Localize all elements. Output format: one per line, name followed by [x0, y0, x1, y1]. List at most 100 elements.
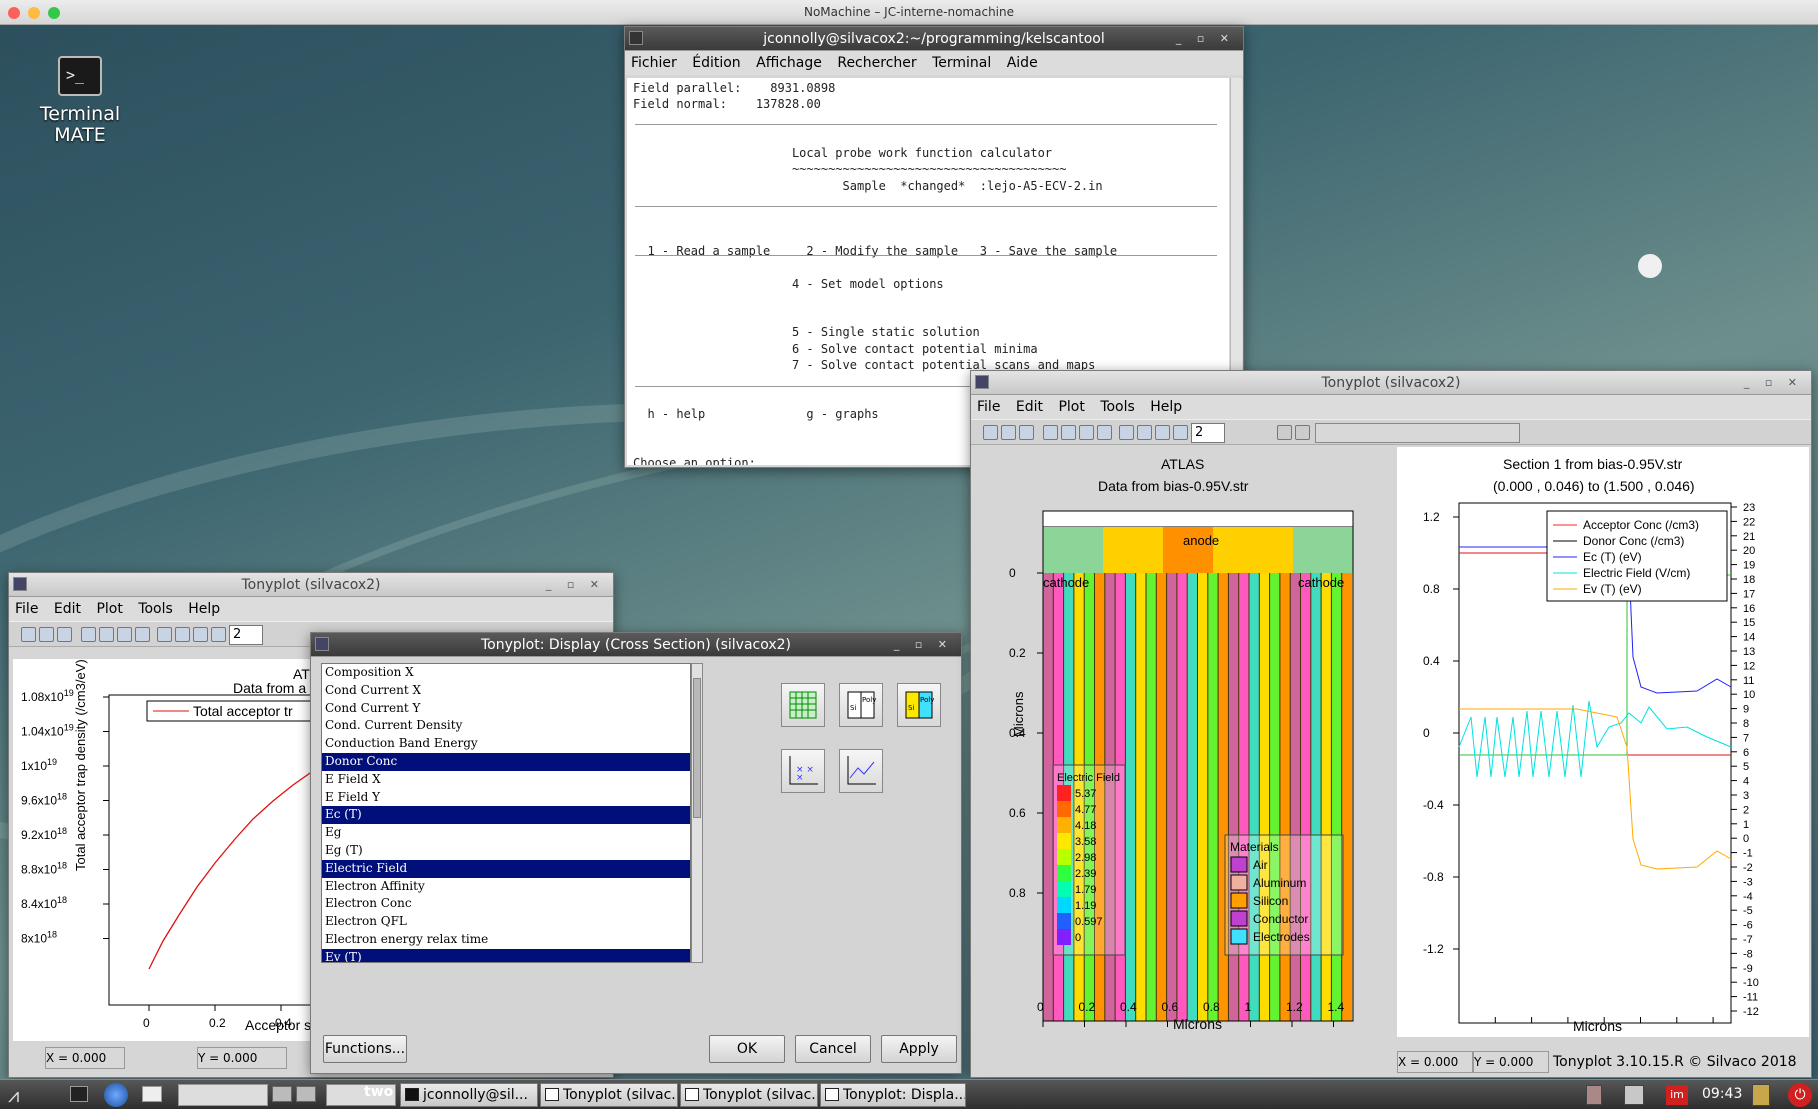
pan-icon[interactable] — [1119, 425, 1134, 440]
list-item[interactable]: Cond Current Y — [322, 700, 690, 718]
zoom-box-icon[interactable] — [211, 627, 226, 642]
list-item[interactable]: Donor Conc — [322, 752, 690, 771]
task-display-dialog[interactable]: Tonyplot: Displa... — [820, 1083, 966, 1107]
terminal-titlebar[interactable]: jconnolly@silvacox2:~/programming/kelsca… — [625, 27, 1243, 51]
clock[interactable]: 09:43 — [1702, 1086, 1742, 1102]
apply-button[interactable]: Apply — [881, 1035, 957, 1063]
task-terminal[interactable]: jconnolly@sil... — [400, 1083, 538, 1107]
paste-icon[interactable] — [1061, 425, 1076, 440]
section-panel[interactable]: Section 1 from bias-0.95V.str (0.000 , 0… — [1397, 447, 1809, 1037]
menu-aide[interactable]: Aide — [1007, 55, 1038, 71]
print-icon[interactable] — [1019, 425, 1034, 440]
menu-fichier[interactable]: Fichier — [631, 55, 677, 71]
overlay-icon[interactable] — [1097, 425, 1112, 440]
ok-button[interactable]: OK — [709, 1035, 785, 1063]
zoom-box-icon[interactable] — [1173, 425, 1188, 440]
menu-edit[interactable]: Edit — [54, 601, 81, 617]
list-item[interactable]: Composition X — [322, 664, 690, 682]
display-dialog[interactable]: Tonyplot: Display (Cross Section) (silva… — [310, 632, 962, 1074]
window-controls-icon[interactable]: _ ▫ ✕ — [1744, 371, 1803, 395]
mate-menu-icon[interactable]: ⩘ — [8, 1083, 48, 1107]
menu-terminal[interactable]: Terminal — [932, 55, 991, 71]
zoom-dot-icon[interactable] — [48, 7, 60, 19]
menu-affichage[interactable]: Affichage — [756, 55, 822, 71]
save-icon[interactable] — [39, 627, 54, 642]
list-item[interactable]: Conduction Band Energy — [322, 735, 690, 753]
lock-icon[interactable] — [1752, 1084, 1770, 1106]
atlas-panel[interactable]: ATLAS Data from bias-0.95V.str anode cat… — [973, 447, 1393, 1037]
list-item[interactable]: Electron energy relax time — [322, 931, 690, 949]
quantity-list[interactable]: Composition X Cond Current X Cond Current … — [321, 663, 691, 963]
zoom-in-icon[interactable] — [175, 627, 190, 642]
menu-plot[interactable]: Plot — [1058, 399, 1084, 415]
lines-display-button[interactable] — [839, 749, 883, 793]
pan-icon[interactable] — [157, 627, 172, 642]
zoom-out-icon[interactable] — [193, 627, 208, 642]
window-controls-icon[interactable]: _ ▫ ✕ — [546, 573, 605, 597]
files-icon[interactable] — [142, 1086, 162, 1102]
clipboard-icon[interactable] — [1586, 1085, 1602, 1105]
edges-display-button[interactable]: Si Poly — [839, 683, 883, 727]
workspace-name[interactable]: two — [364, 1084, 393, 1100]
zoom-in-icon[interactable] — [1137, 425, 1152, 440]
list-item[interactable]: Cond Current X — [322, 682, 690, 700]
menu-tools[interactable]: Tools — [1100, 399, 1135, 415]
list-item[interactable]: Ec (T) — [322, 806, 690, 825]
window-controls-icon[interactable]: _ ▫ ✕ — [894, 633, 953, 657]
menu-rechercher[interactable]: Rechercher — [837, 55, 916, 71]
open-icon[interactable] — [983, 425, 998, 440]
copy-icon[interactable] — [81, 627, 96, 642]
workspace-icon[interactable] — [272, 1086, 292, 1102]
next-icon[interactable] — [1295, 425, 1310, 440]
list-item[interactable]: Electron Conc — [322, 895, 690, 913]
tonyplot-right-titlebar[interactable]: Tonyplot (silvacox2) _ ▫ ✕ — [971, 371, 1811, 395]
menu-file[interactable]: File — [977, 399, 1000, 415]
menu-plot[interactable]: Plot — [96, 601, 122, 617]
copy-icon[interactable] — [1043, 425, 1058, 440]
input-method-icon[interactable]: im — [1666, 1085, 1688, 1105]
duplicate-icon[interactable] — [1079, 425, 1094, 440]
functions-button[interactable]: Functions... — [323, 1035, 407, 1063]
duplicate-icon[interactable] — [117, 627, 132, 642]
list-item[interactable]: Electric Field — [322, 859, 690, 878]
menu-file[interactable]: File — [15, 601, 38, 617]
list-item[interactable]: E Field Y — [322, 789, 690, 807]
menu-tools[interactable]: Tools — [138, 601, 173, 617]
save-icon[interactable] — [1001, 425, 1016, 440]
regions-display-button[interactable]: Si Poly — [897, 683, 941, 727]
list-item[interactable]: Ev (T) — [322, 948, 690, 962]
list-item[interactable]: Electron Affinity — [322, 878, 690, 896]
browser-icon[interactable] — [104, 1083, 128, 1107]
zoom-spinner[interactable]: 2 — [229, 625, 263, 645]
menu-help[interactable]: Help — [1150, 399, 1182, 415]
list-scrollbar[interactable] — [691, 663, 703, 963]
tonyplot-left-titlebar[interactable]: Tonyplot (silvacox2) _ ▫ ✕ — [9, 573, 613, 597]
list-item[interactable]: Cond. Current Density — [322, 717, 690, 735]
prev-icon[interactable] — [1277, 425, 1292, 440]
window-controls-icon[interactable]: _ ▫ ✕ — [1176, 27, 1235, 51]
desktop-terminal-icon[interactable]: >_ Terminal MATE — [30, 52, 130, 146]
menu-edit[interactable]: Edit — [1016, 399, 1043, 415]
power-icon[interactable]: ⏻ — [1788, 1083, 1812, 1107]
list-item[interactable]: E Field X — [322, 771, 690, 789]
menu-edition[interactable]: Édition — [692, 55, 740, 71]
task-tonyplot-2[interactable]: Tonyplot (silvac... — [680, 1083, 818, 1107]
zoom-out-icon[interactable] — [1155, 425, 1170, 440]
cancel-button[interactable]: Cancel — [795, 1035, 871, 1063]
print-icon[interactable] — [57, 627, 72, 642]
scrollbar-thumb[interactable] — [693, 678, 701, 818]
menu-help[interactable]: Help — [188, 601, 220, 617]
list-item[interactable]: Eg — [322, 824, 690, 842]
mesh-display-button[interactable] — [781, 683, 825, 727]
workspace-switcher[interactable] — [178, 1084, 268, 1106]
zoom-spinner[interactable]: 2 — [1191, 423, 1225, 443]
open-icon[interactable] — [21, 627, 36, 642]
close-dot-icon[interactable] — [8, 7, 20, 19]
plot-selector-dropdown[interactable] — [1315, 423, 1520, 443]
overlay-icon[interactable] — [135, 627, 150, 642]
vectors-display-button[interactable]: × × × — [781, 749, 825, 793]
show-desktop-icon[interactable] — [70, 1086, 88, 1102]
list-item[interactable]: Electron QFL — [322, 913, 690, 931]
network-icon[interactable] — [1624, 1085, 1644, 1105]
paste-icon[interactable] — [99, 627, 114, 642]
